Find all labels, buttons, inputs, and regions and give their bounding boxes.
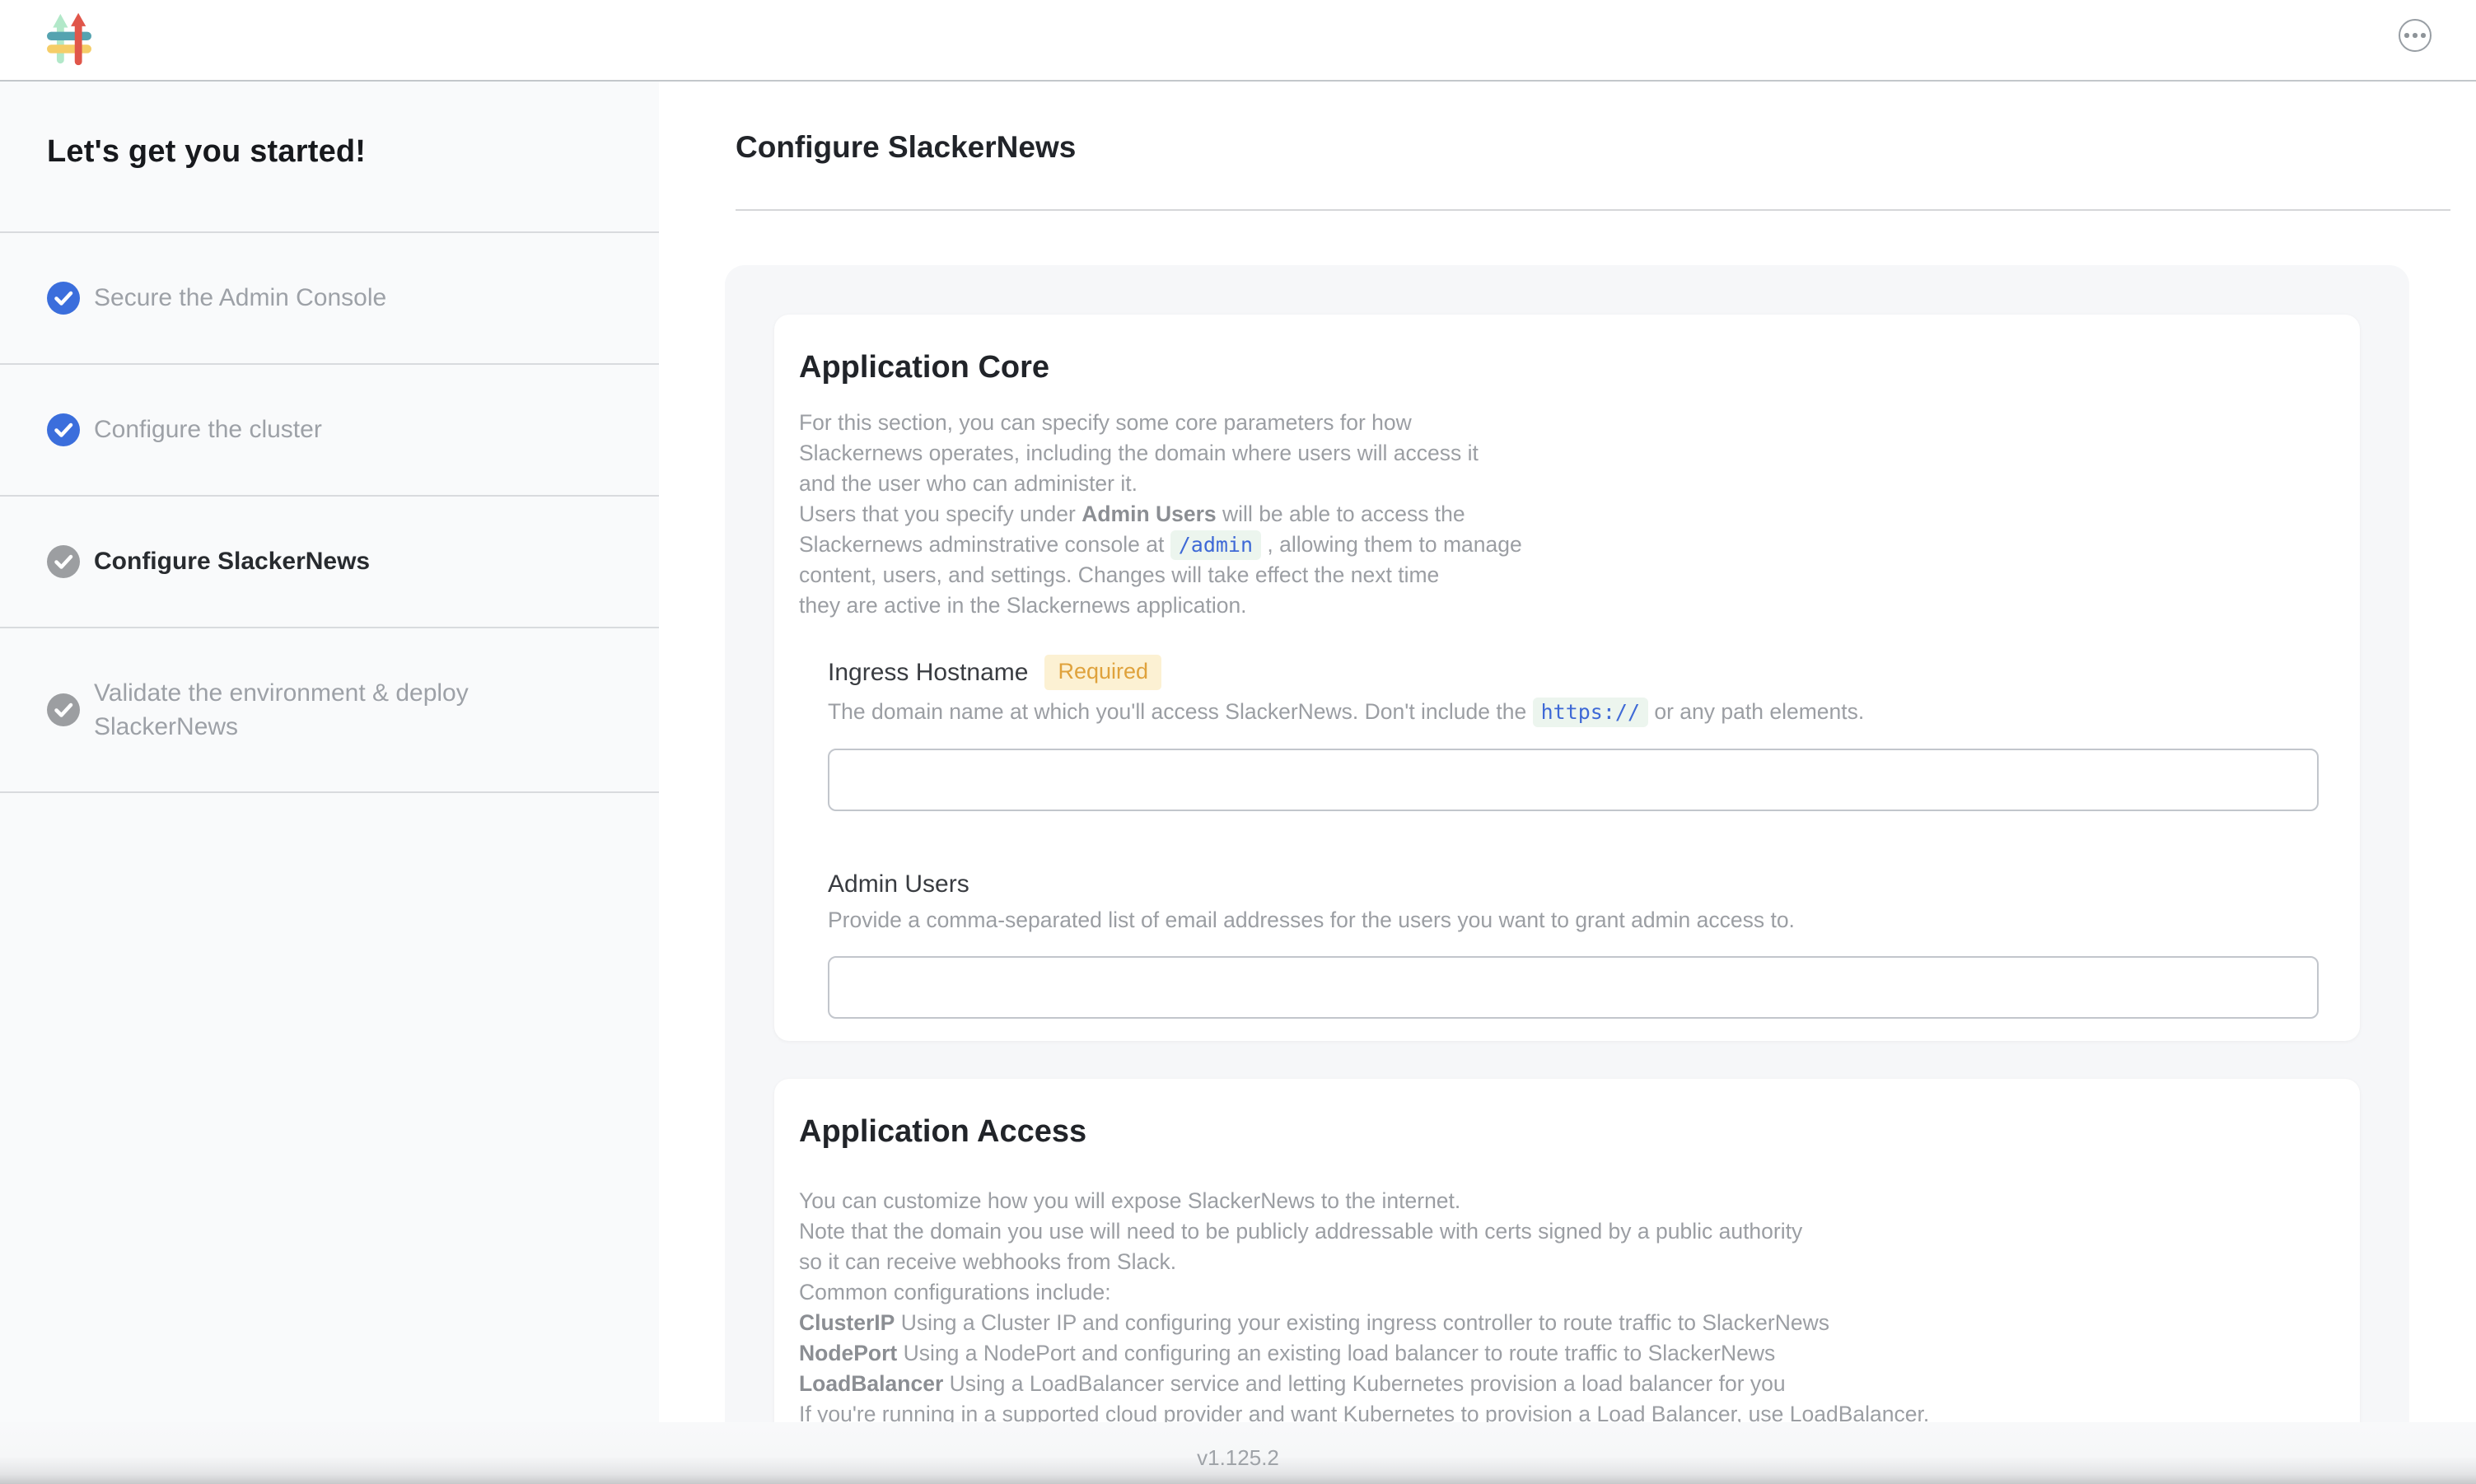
card-title: Application Access (799, 1114, 2319, 1150)
window-menu-button[interactable] (2399, 19, 2432, 52)
card-description: For this section, you can specify some c… (799, 408, 2319, 621)
admin-users-field-group: Admin Users Provide a comma-separated li… (828, 870, 2319, 1019)
page-title: Configure SlackerNews (736, 130, 1076, 165)
admin-users-label: Admin Users (828, 870, 969, 898)
step-label: Secure the Admin Console (94, 281, 386, 315)
required-badge: Required (1044, 655, 1161, 690)
sidebar-heading: Let's get you started! (0, 82, 659, 233)
admin-users-help: Provide a comma-separated list of email … (828, 906, 2319, 934)
ingress-hostname-input[interactable] (828, 749, 2319, 811)
setup-steps-sidebar: Let's get you started! Secure the Admin … (0, 82, 659, 1484)
sidebar-step-validate-deploy: Validate the environment & deploy Slacke… (0, 628, 659, 793)
sidebar-step-secure-admin-console: Secure the Admin Console (0, 233, 659, 365)
sidebar-step-configure-slackernews: Configure SlackerNews (0, 497, 659, 628)
top-header (0, 0, 2476, 82)
step-label: Configure the cluster (94, 413, 322, 446)
check-circle-icon (47, 413, 80, 446)
slackernews-logo-icon (47, 12, 91, 67)
check-circle-icon (47, 282, 80, 315)
step-label: Configure SlackerNews (94, 544, 370, 578)
app-version: v1.125.2 (1197, 1445, 1279, 1471)
application-core-card: Application Core For this section, you c… (774, 315, 2360, 1041)
title-divider (736, 209, 2450, 211)
card-description: You can customize how you will expose Sl… (799, 1186, 2319, 1430)
ingress-hostname-help: The domain name at which you'll access S… (828, 698, 2319, 726)
card-title: Application Core (799, 350, 2319, 385)
check-circle-icon (47, 693, 80, 726)
check-circle-icon (47, 545, 80, 578)
version-footer: v1.125.2 (0, 1422, 2476, 1484)
ellipsis-icon (2404, 33, 2409, 38)
sidebar-step-configure-cluster: Configure the cluster (0, 365, 659, 497)
step-label: Validate the environment & deploy Slacke… (94, 676, 555, 744)
admin-users-input[interactable] (828, 956, 2319, 1019)
ingress-hostname-field-group: Ingress Hostname Required The domain nam… (828, 655, 2319, 811)
ingress-hostname-label: Ingress Hostname (828, 659, 1028, 687)
